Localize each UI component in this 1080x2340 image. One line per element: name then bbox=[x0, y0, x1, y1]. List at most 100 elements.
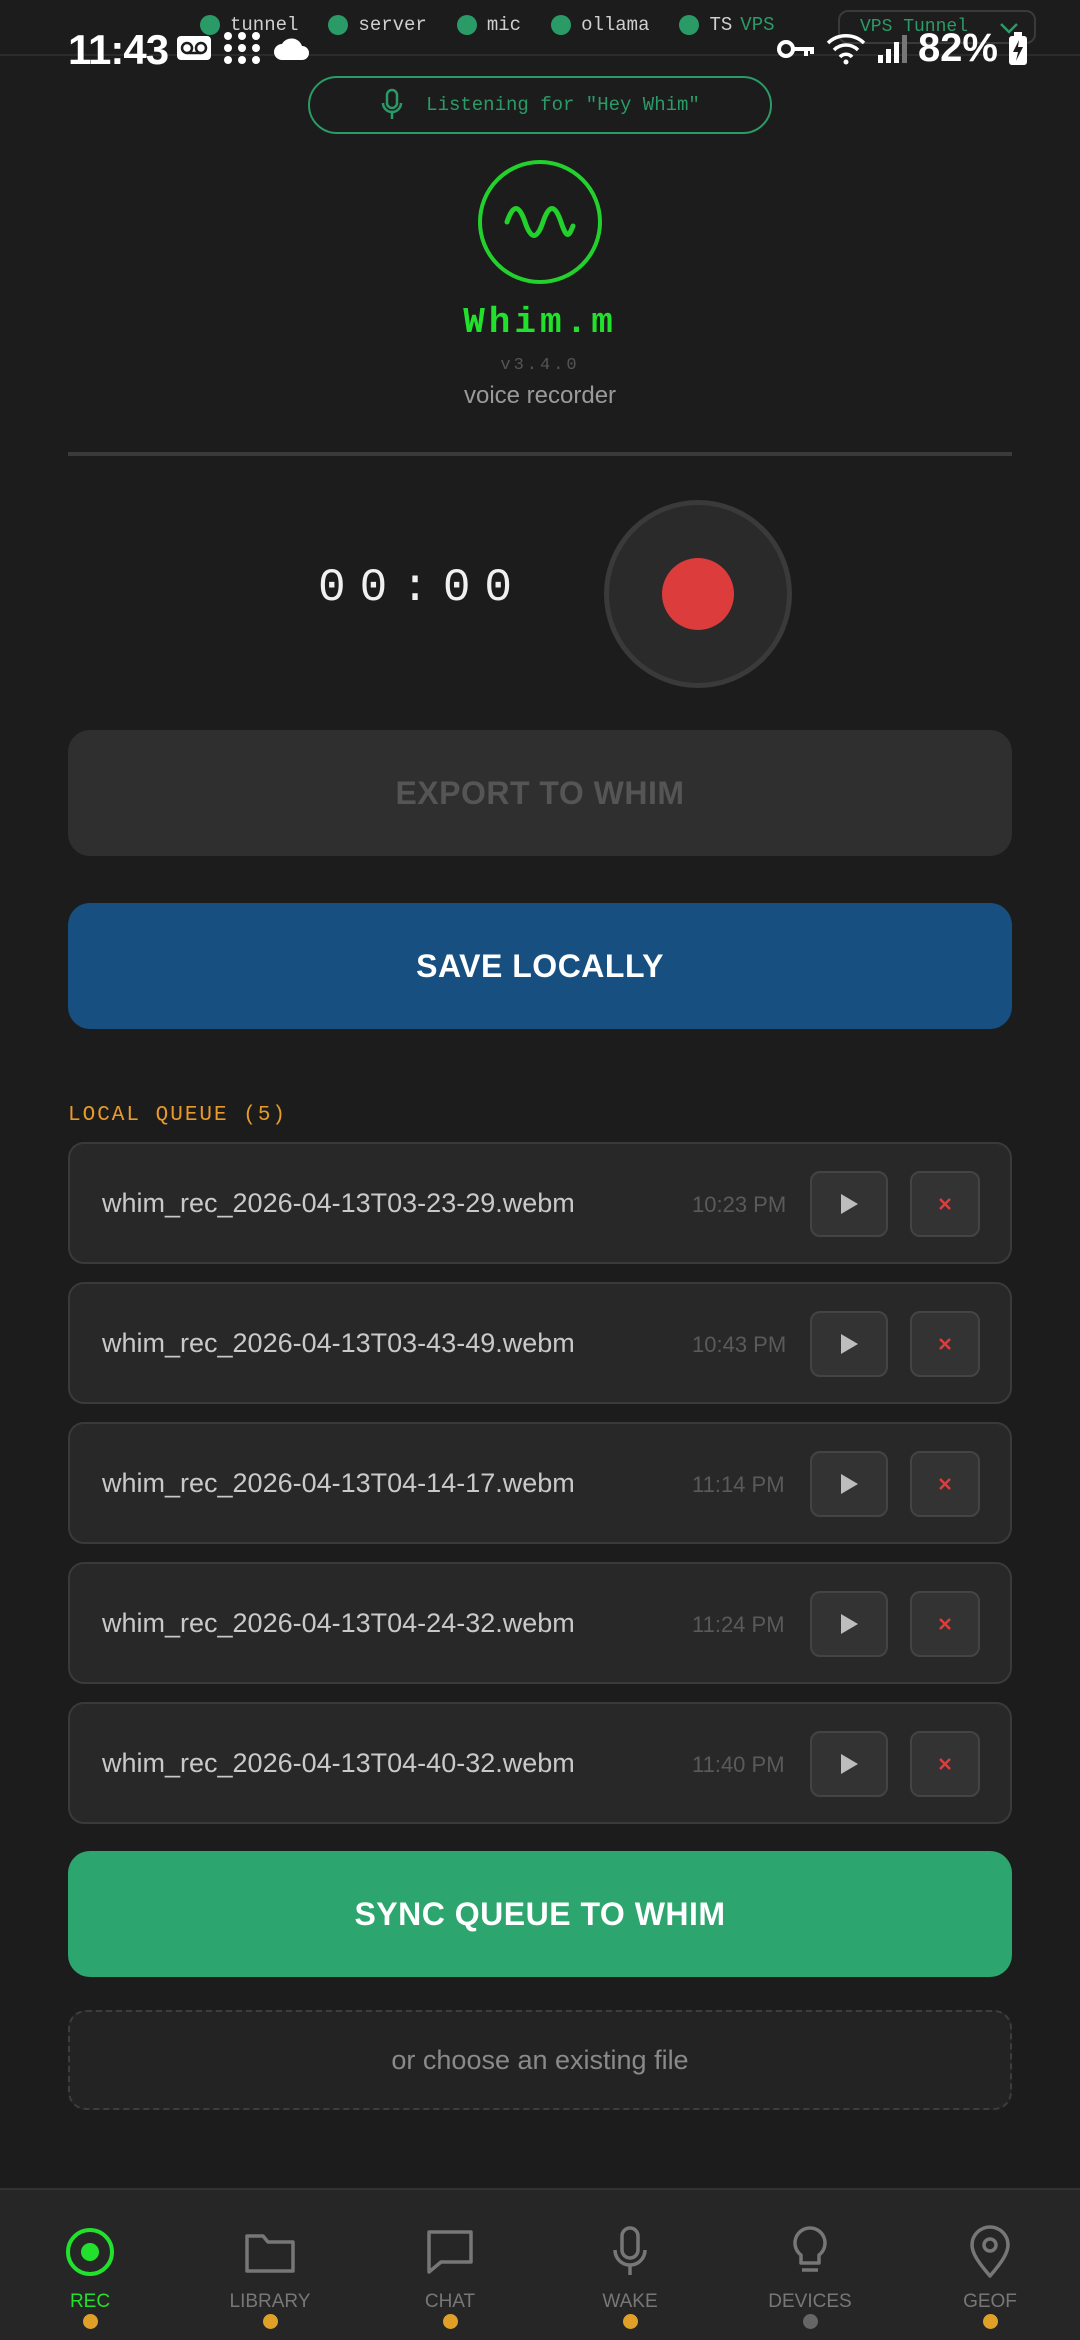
system-indicators: 82% bbox=[776, 26, 1028, 71]
service-label: TS bbox=[709, 14, 733, 36]
voicemail-icon bbox=[177, 36, 211, 60]
queue-item: whim_rec_2026-04-13T04-40-32.webm 11:40 … bbox=[68, 1702, 1012, 1824]
notification-icons bbox=[176, 30, 312, 66]
play-button[interactable] bbox=[810, 1171, 888, 1237]
queue-item-filename: whim_rec_2026-04-13T03-23-29.webm bbox=[102, 1188, 575, 1218]
nav-tab-devices[interactable]: DEVICES bbox=[720, 2190, 900, 2340]
close-icon bbox=[939, 1478, 951, 1490]
nav-label: REC bbox=[69, 2291, 111, 2312]
queue-item-filename: whim_rec_2026-04-13T04-14-17.webm bbox=[102, 1468, 575, 1498]
nav-label: LIBRARY bbox=[229, 2291, 311, 2312]
status-bar: tunnel server mic ollama TS VPS VPS Tunn… bbox=[0, 0, 1080, 73]
nav-status-dot bbox=[623, 2314, 638, 2329]
export-to-whim-button[interactable]: EXPORT TO WHIM bbox=[68, 730, 1012, 856]
vpn-key-icon bbox=[776, 39, 814, 58]
location-pin-icon bbox=[970, 2225, 1010, 2278]
record-button[interactable] bbox=[604, 500, 792, 688]
battery-percent: 82% bbox=[917, 26, 998, 70]
nav-status-dot bbox=[803, 2314, 818, 2329]
service-ts: TS bbox=[679, 14, 732, 36]
nav-tab-geof[interactable]: GEOF bbox=[900, 2190, 1080, 2340]
queue-item-filename: whim_rec_2026-04-13T03-43-49.webm bbox=[102, 1328, 575, 1358]
service-label: server bbox=[358, 14, 427, 36]
local-queue-title: LOCAL QUEUE (5) bbox=[68, 1104, 288, 1127]
queue-item-filename: whim_rec_2026-04-13T04-24-32.webm bbox=[102, 1608, 575, 1638]
status-dot-icon bbox=[328, 15, 349, 35]
lightbulb-icon bbox=[793, 2226, 827, 2272]
nav-label: GEOF bbox=[963, 2291, 1017, 2312]
cloud-icon bbox=[274, 38, 309, 60]
vps-label: VPS bbox=[740, 14, 775, 36]
microphone-icon bbox=[613, 2226, 647, 2275]
play-button[interactable] bbox=[810, 1311, 888, 1377]
app-subtitle: voice recorder bbox=[463, 382, 617, 409]
nav-label: CHAT bbox=[424, 2291, 476, 2312]
play-icon bbox=[841, 1334, 858, 1354]
delete-button[interactable] bbox=[910, 1171, 980, 1237]
nav-tab-rec[interactable]: REC bbox=[0, 2190, 180, 2340]
play-button[interactable] bbox=[810, 1451, 888, 1517]
sync-queue-button[interactable]: SYNC QUEUE TO WHIM bbox=[68, 1851, 1012, 1977]
nav-tab-chat[interactable]: CHAT bbox=[360, 2190, 540, 2340]
listening-text: Listening for "Hey Whim" bbox=[426, 94, 700, 116]
wake-word-listening-pill[interactable]: Listening for "Hey Whim" bbox=[308, 76, 772, 134]
app-version: v3.4.0 bbox=[500, 356, 580, 375]
signal-icon bbox=[877, 34, 907, 63]
play-button[interactable] bbox=[810, 1591, 888, 1657]
nav-status-dot bbox=[263, 2314, 278, 2329]
status-dot-icon bbox=[551, 15, 572, 35]
nav-tab-wake[interactable]: WAKE bbox=[540, 2190, 720, 2340]
nav-status-dot bbox=[83, 2314, 98, 2329]
service-server: server bbox=[328, 14, 427, 36]
play-icon bbox=[841, 1614, 858, 1634]
status-dot-icon bbox=[679, 15, 700, 35]
save-locally-button[interactable]: SAVE LOCALLY bbox=[68, 903, 1012, 1029]
nav-tab-library[interactable]: LIBRARY bbox=[180, 2190, 360, 2340]
system-clock: 11:43 bbox=[68, 26, 169, 73]
queue-item: whim_rec_2026-04-13T04-24-32.webm 11:24 … bbox=[68, 1562, 1012, 1684]
app-logo bbox=[478, 160, 602, 284]
delete-button[interactable] bbox=[910, 1731, 980, 1797]
service-label: ollama bbox=[581, 14, 650, 36]
queue-item-time: 11:24 PM bbox=[692, 1612, 785, 1637]
app-grid-icon bbox=[224, 32, 260, 64]
nav-label: WAKE bbox=[602, 2291, 658, 2312]
recording-timer: 00:00 bbox=[318, 562, 527, 614]
queue-item: whim_rec_2026-04-13T04-14-17.webm 11:14 … bbox=[68, 1422, 1012, 1544]
service-ollama: ollama bbox=[551, 14, 649, 36]
choose-existing-file-button[interactable]: or choose an existing file bbox=[68, 2010, 1012, 2110]
queue-item: whim_rec_2026-04-13T03-23-29.webm 10:23 … bbox=[68, 1142, 1012, 1264]
play-icon bbox=[841, 1754, 858, 1774]
wifi-icon bbox=[826, 33, 866, 64]
chat-bubble-icon bbox=[427, 2230, 473, 2274]
close-icon bbox=[939, 1198, 951, 1210]
battery-charging-icon bbox=[1009, 31, 1027, 65]
delete-button[interactable] bbox=[910, 1451, 980, 1517]
status-dot-icon bbox=[456, 15, 477, 35]
close-icon bbox=[939, 1618, 951, 1630]
queue-item-time: 10:23 PM bbox=[692, 1192, 787, 1217]
queue-item-time: 10:43 PM bbox=[692, 1332, 787, 1357]
waveform-icon bbox=[504, 206, 576, 238]
service-label: mic bbox=[486, 14, 522, 36]
queue-item-filename: whim_rec_2026-04-13T04-40-32.webm bbox=[102, 1748, 575, 1778]
nav-status-dot bbox=[443, 2314, 458, 2329]
queue-item: whim_rec_2026-04-13T03-43-49.webm 10:43 … bbox=[68, 1282, 1012, 1404]
microphone-icon bbox=[381, 88, 403, 119]
delete-button[interactable] bbox=[910, 1591, 980, 1657]
delete-button[interactable] bbox=[910, 1311, 980, 1377]
bottom-navigation: REC LIBRARY CHAT WAKE DEVICES GEOF bbox=[0, 2188, 1080, 2340]
queue-item-time: 11:40 PM bbox=[692, 1752, 785, 1777]
header-divider bbox=[68, 452, 1012, 456]
folder-icon bbox=[245, 2234, 295, 2273]
play-button[interactable] bbox=[810, 1731, 888, 1797]
queue-item-time: 11:14 PM bbox=[692, 1472, 785, 1497]
nav-status-dot bbox=[983, 2314, 998, 2329]
app-name: Whim.m bbox=[463, 302, 617, 343]
record-icon bbox=[66, 2228, 114, 2276]
play-icon bbox=[841, 1474, 858, 1494]
record-dot-icon bbox=[662, 558, 734, 630]
close-icon bbox=[939, 1338, 951, 1350]
play-icon bbox=[841, 1194, 858, 1214]
close-icon bbox=[939, 1758, 951, 1770]
